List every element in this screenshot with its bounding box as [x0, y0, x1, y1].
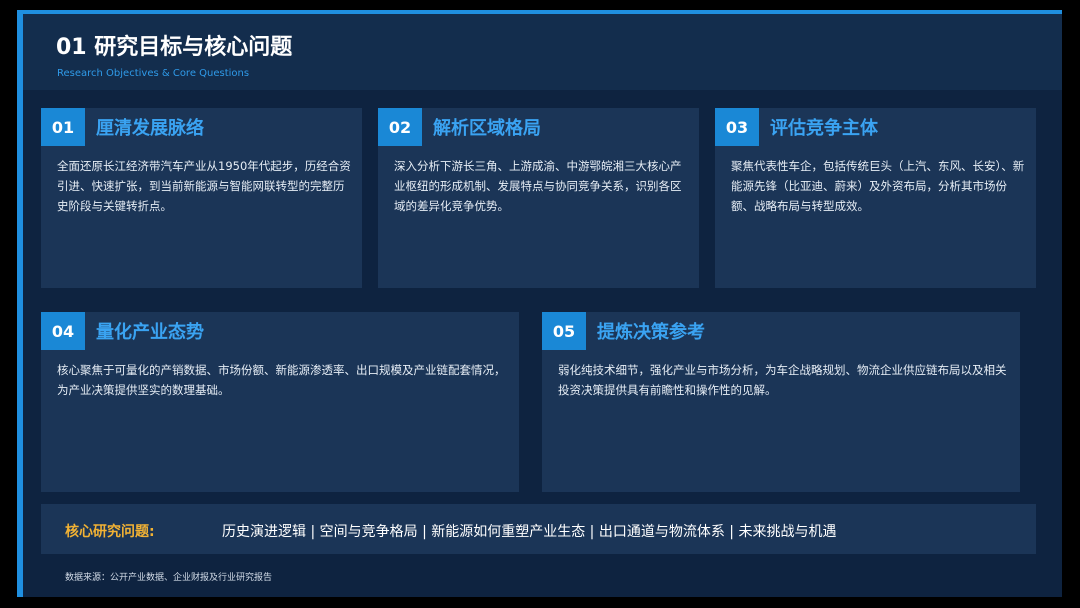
- card-number-badge: 02: [378, 108, 422, 146]
- objective-card-3: 03 评估竞争主体 聚焦代表性车企，包括传统巨头（上汽、东风、长安）、新能源先锋…: [715, 108, 1036, 288]
- data-source-note: 数据来源：公开产业数据、企业财报及行业研究报告: [65, 573, 273, 583]
- core-questions-text: 历史演进逻辑 | 空间与竞争格局 | 新能源如何重塑产业生态 | 出口通道与物流…: [222, 524, 837, 540]
- core-questions-bar: 核心研究问题: 历史演进逻辑 | 空间与竞争格局 | 新能源如何重塑产业生态 |…: [41, 504, 1036, 554]
- objective-card-4: 04 量化产业态势 核心聚焦于可量化的产销数据、市场份额、新能源渗透率、出口规模…: [41, 312, 519, 492]
- card-number-badge: 05: [542, 312, 586, 350]
- card-title: 量化产业态势: [96, 322, 204, 343]
- card-title: 解析区域格局: [433, 118, 541, 139]
- card-number-badge: 03: [715, 108, 759, 146]
- card-title: 厘清发展脉络: [96, 118, 204, 139]
- card-text: 核心聚焦于可量化的产销数据、市场份额、新能源渗透率、出口规模及产业链配套情况，为…: [57, 363, 506, 397]
- core-questions-label: 核心研究问题:: [65, 524, 155, 540]
- top-accent-bar: [17, 10, 1062, 14]
- card-number-badge: 04: [41, 312, 85, 350]
- header: 01 研究目标与核心问题 Research Objectives & Core …: [23, 14, 1062, 90]
- page-subtitle: Research Objectives & Core Questions: [57, 68, 250, 79]
- objective-card-2: 02 解析区域格局 深入分析下游长三角、上游成渝、中游鄂皖湘三大核心产业枢纽的形…: [378, 108, 699, 288]
- card-title: 提炼决策参考: [597, 322, 705, 343]
- card-text: 深入分析下游长三角、上游成渝、中游鄂皖湘三大核心产业枢纽的形成机制、发展特点与协…: [394, 159, 682, 213]
- left-accent-bar: [17, 10, 23, 597]
- card-text: 弱化纯技术细节，强化产业与市场分析，为车企战略规划、物流企业供应链布局以及相关投…: [558, 363, 1007, 397]
- objective-card-1: 01 厘清发展脉络 全面还原长江经济带汽车产业从1950年代起步，历经合资引进、…: [41, 108, 362, 288]
- slide: 01 研究目标与核心问题 Research Objectives & Core …: [17, 10, 1062, 597]
- card-number-badge: 01: [41, 108, 85, 146]
- page-title: 01 研究目标与核心问题: [56, 35, 293, 60]
- card-text: 聚焦代表性车企，包括传统巨头（上汽、东风、长安）、新能源先锋（比亚迪、蔚来）及外…: [731, 159, 1025, 213]
- card-text: 全面还原长江经济带汽车产业从1950年代起步，历经合资引进、快速扩张，到当前新能…: [57, 159, 351, 213]
- objective-card-5: 05 提炼决策参考 弱化纯技术细节，强化产业与市场分析，为车企战略规划、物流企业…: [542, 312, 1020, 492]
- card-title: 评估竞争主体: [770, 118, 878, 139]
